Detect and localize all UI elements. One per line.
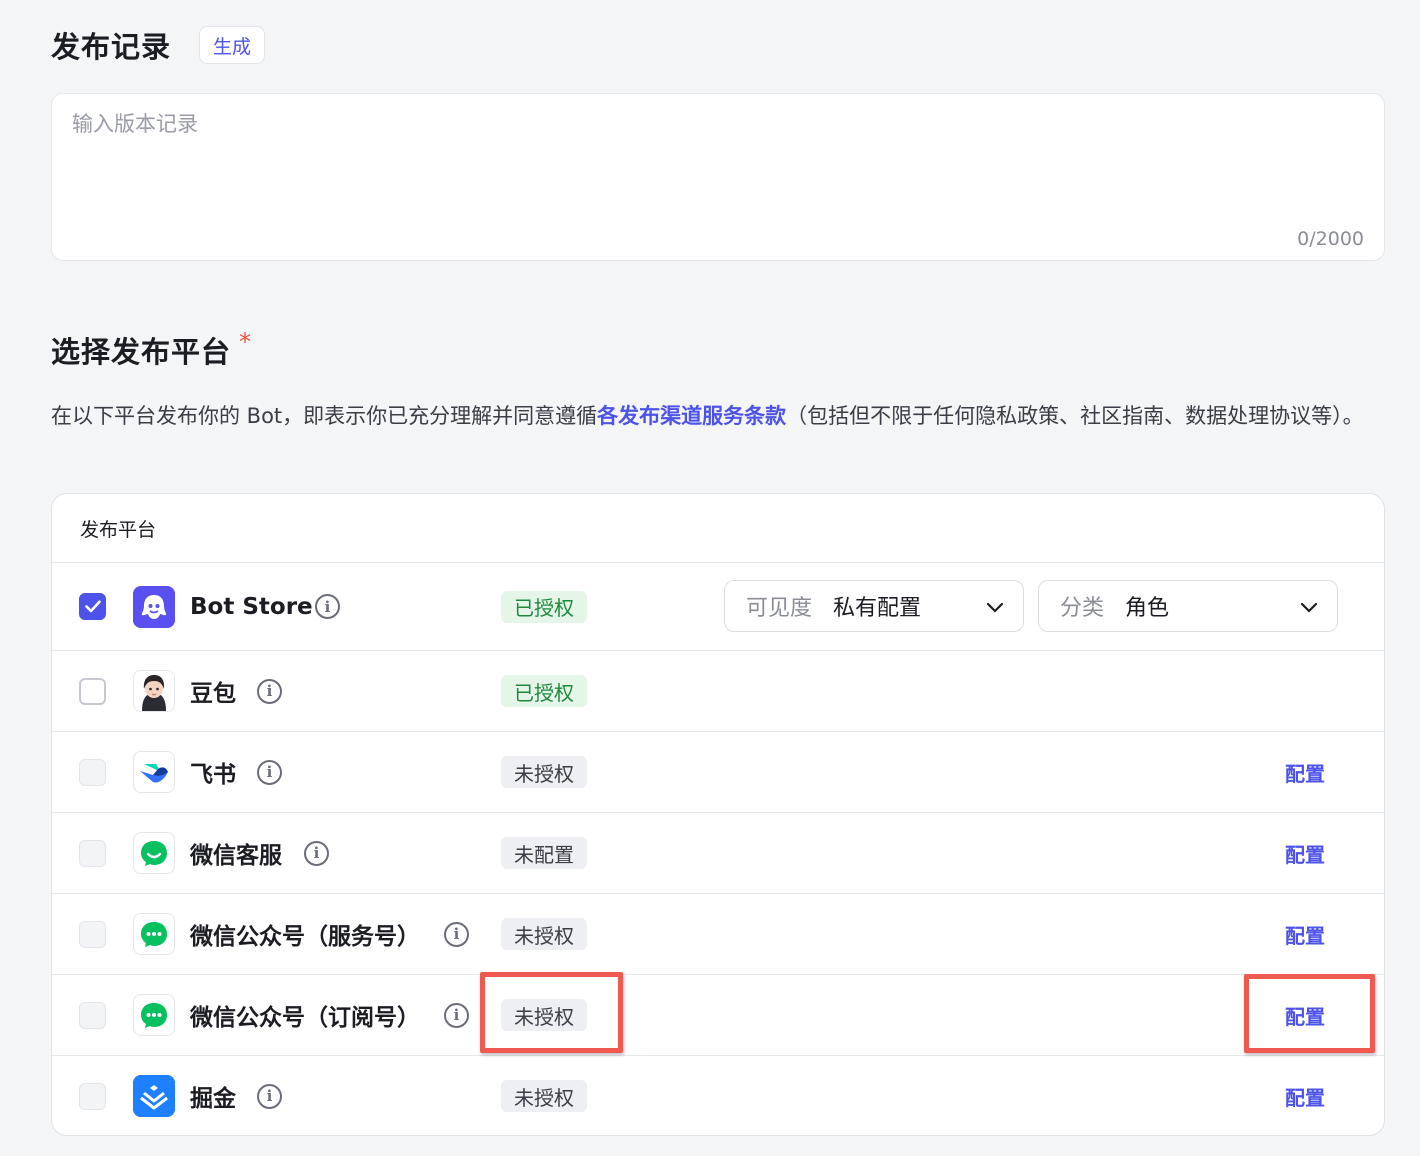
table-header: 发布平台	[52, 494, 1384, 563]
checkmark-icon	[84, 600, 101, 613]
visibility-label: 可见度	[746, 596, 813, 621]
platform-name-doubao: 豆包	[190, 681, 236, 707]
checkbox-juejin	[79, 1082, 106, 1110]
configure-link-feishu[interactable]: 配置	[1285, 758, 1325, 787]
juejin-icon	[133, 1075, 175, 1117]
bot-store-icon	[133, 585, 175, 628]
platform-row-feishu: 飞书 i 未授权 配置	[52, 732, 1384, 813]
highlight-box-status	[480, 972, 623, 1053]
doubao-avatar-icon	[133, 670, 175, 712]
status-badge-bot-store: 已授权	[501, 590, 587, 623]
status-badge-juejin: 未授权	[501, 1080, 587, 1112]
platform-header: 选择发布平台 *	[51, 328, 252, 370]
platform-name-juejin: 掘金	[190, 1086, 236, 1112]
feishu-icon	[133, 751, 175, 793]
checkbox-wechat-oa-subscription	[79, 1001, 106, 1029]
required-star: *	[239, 328, 252, 356]
platform-row-bot-store: Bot Store i 已授权 可见度 私有配置 分类 角色	[52, 563, 1384, 651]
configure-link-wechat-service[interactable]: 配置	[1285, 839, 1325, 868]
wechat-icon	[133, 994, 175, 1036]
info-icon[interactable]: i	[304, 840, 329, 866]
platform-name-feishu: 飞书	[190, 762, 236, 788]
info-icon[interactable]: i	[257, 1083, 282, 1109]
wechat-icon	[133, 913, 175, 955]
desc-text-after: （包括但不限于任何隐私政策、社区指南、数据处理协议等）。	[786, 404, 1364, 428]
release-notes-box: 0/2000	[51, 93, 1385, 261]
info-icon[interactable]: i	[444, 1002, 469, 1028]
checkbox-bot-store[interactable]	[79, 593, 106, 620]
release-header: 发布记录 生成	[51, 25, 266, 65]
status-badge-wechat-service: 未配置	[501, 837, 587, 869]
info-icon[interactable]: i	[315, 594, 340, 619]
platform-row-doubao: 豆包 i 已授权	[52, 651, 1384, 732]
terms-link[interactable]: 各发布渠道服务条款	[597, 404, 786, 428]
generate-button[interactable]: 生成	[199, 26, 266, 64]
platform-title: 选择发布平台	[51, 335, 232, 369]
checkbox-feishu	[79, 758, 106, 786]
configure-link-wechat-oa-service[interactable]: 配置	[1285, 920, 1325, 949]
category-value: 角色	[1125, 596, 1170, 621]
platform-name-wechat-oa-subscription: 微信公众号（订阅号）	[190, 1005, 420, 1031]
highlight-box-configure	[1244, 974, 1375, 1053]
status-badge-wechat-oa-service: 未授权	[501, 918, 587, 950]
checkbox-doubao[interactable]	[79, 677, 106, 705]
platform-row-juejin: 掘金 i 未授权 配置	[52, 1056, 1384, 1135]
platform-description: 在以下平台发布你的 Bot，即表示你已充分理解并同意遵循各发布渠道服务条款（包括…	[51, 398, 1391, 434]
platform-name-wechat-oa-service: 微信公众号（服务号）	[190, 924, 420, 950]
wechat-service-icon	[133, 832, 175, 874]
chevron-down-icon	[1300, 602, 1318, 613]
platform-name-bot-store: Bot Store	[190, 593, 313, 620]
configure-link-juejin[interactable]: 配置	[1285, 1082, 1325, 1111]
platform-name-wechat-service: 微信客服	[190, 843, 282, 869]
platform-row-wechat-oa-service: 微信公众号（服务号） i 未授权 配置	[52, 894, 1384, 975]
status-badge-doubao: 已授权	[501, 675, 587, 707]
checkbox-wechat-oa-service	[79, 920, 106, 948]
status-badge-feishu: 未授权	[501, 756, 587, 788]
visibility-select[interactable]: 可见度 私有配置	[724, 580, 1024, 632]
checkbox-wechat-service	[79, 839, 106, 867]
info-icon[interactable]: i	[444, 921, 469, 947]
desc-text-before: 在以下平台发布你的 Bot，即表示你已充分理解并同意遵循	[51, 404, 598, 428]
release-title: 发布记录	[51, 30, 172, 64]
platform-row-wechat-oa-subscription: 微信公众号（订阅号） i 未授权 配置	[52, 975, 1384, 1056]
char-counter: 0/2000	[1297, 228, 1364, 250]
chevron-down-icon	[986, 602, 1004, 613]
info-icon[interactable]: i	[257, 759, 282, 785]
platform-row-wechat-service: 微信客服 i 未配置 配置	[52, 813, 1384, 894]
visibility-value: 私有配置	[833, 596, 922, 621]
platform-table: 发布平台 Bot Store i 已授权 可见度 私有配置 分类 角色 豆包 i…	[51, 493, 1385, 1136]
info-icon[interactable]: i	[257, 678, 282, 704]
category-select[interactable]: 分类 角色	[1038, 580, 1338, 632]
release-notes-input[interactable]	[72, 108, 1362, 218]
category-label: 分类	[1060, 596, 1105, 621]
